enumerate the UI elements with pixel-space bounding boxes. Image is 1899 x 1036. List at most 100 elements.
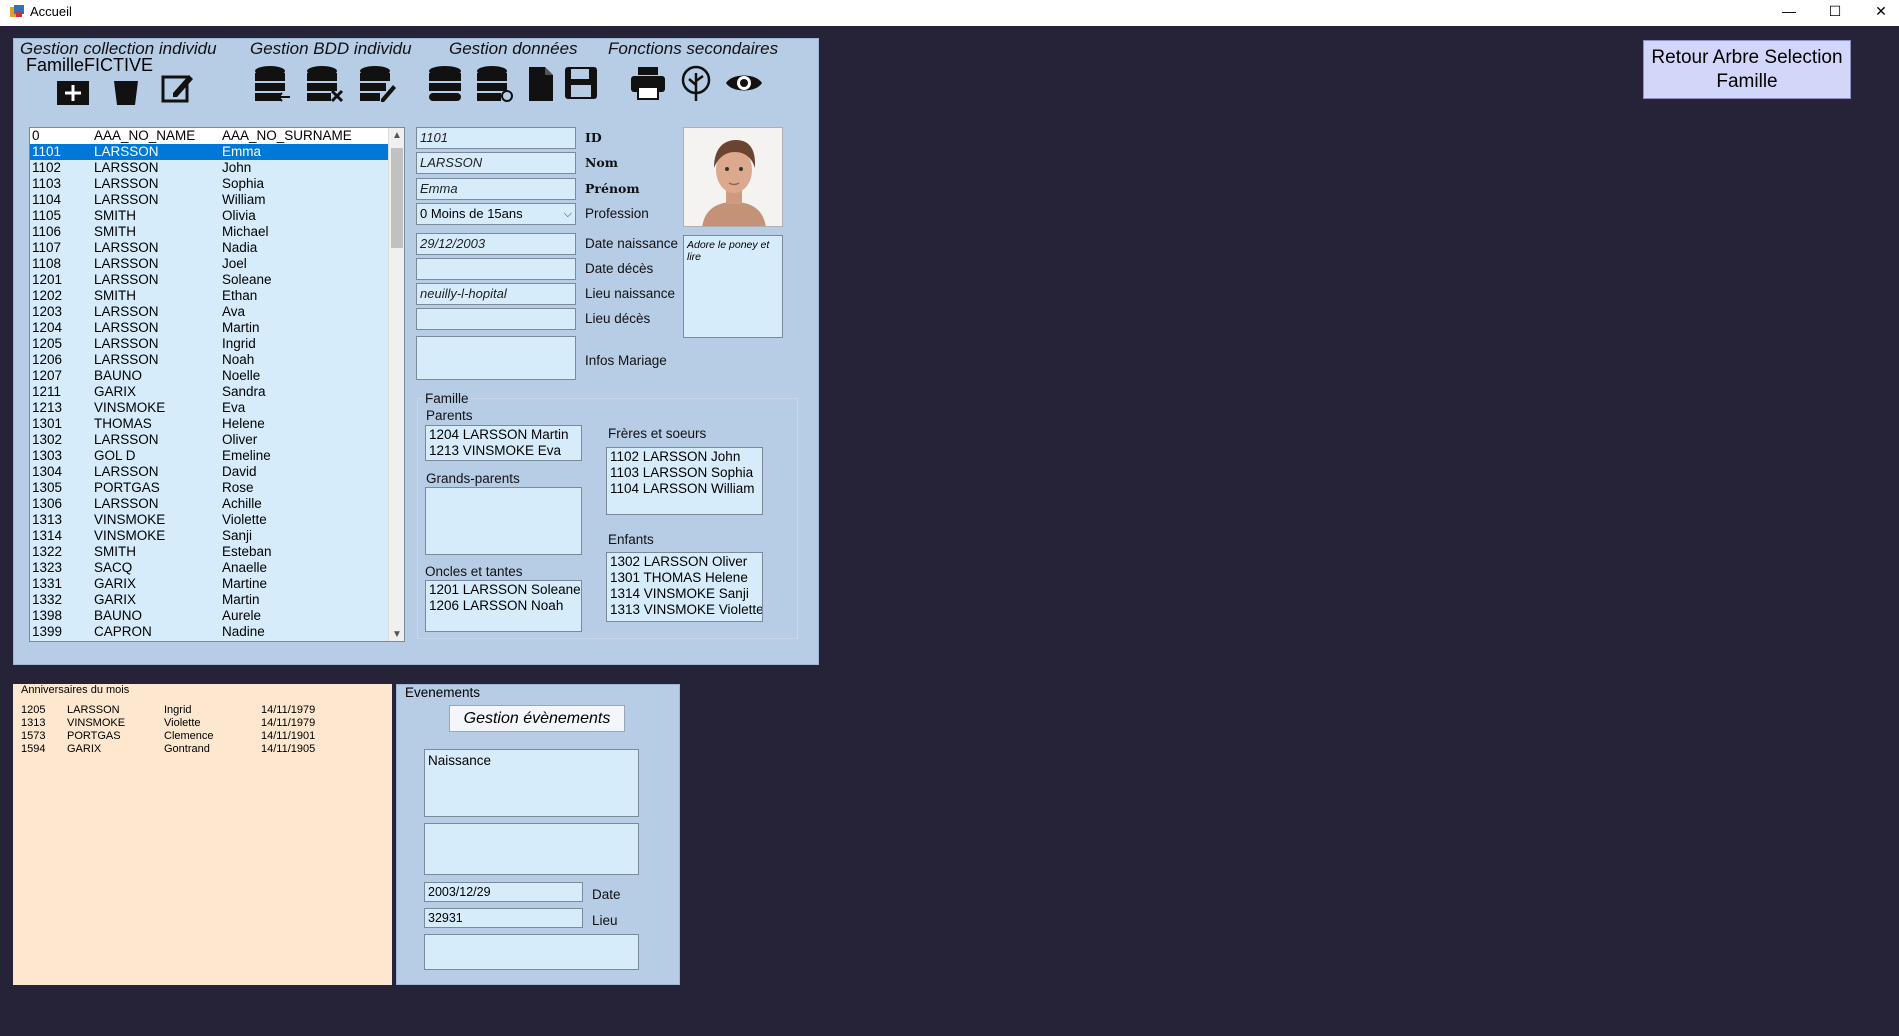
- individu-id: 1306: [32, 496, 63, 511]
- enfant-item[interactable]: 1314 VINSMOKE Sanji: [610, 586, 759, 602]
- date-naissance-field[interactable]: 29/12/2003: [416, 233, 576, 255]
- eye-icon[interactable]: [724, 63, 764, 103]
- parent-item[interactable]: 1213 VINSMOKE Eva: [429, 443, 578, 459]
- anniv-date: 14/11/1905: [261, 743, 316, 755]
- event-detail-field[interactable]: [424, 823, 639, 875]
- nom-field[interactable]: LARSSON: [416, 152, 576, 174]
- minimize-button[interactable]: —: [1766, 0, 1812, 22]
- individu-row[interactable]: 1331 GARIX Martine: [30, 576, 390, 592]
- individu-row[interactable]: 1304 LARSSON David: [30, 464, 390, 480]
- note-field[interactable]: Adore le poney et lire: [683, 235, 783, 338]
- individu-row[interactable]: 1108 LARSSON Joel: [30, 256, 390, 272]
- freres-list[interactable]: 1102 LARSSON John 1103 LARSSON Sophia 11…: [606, 447, 763, 515]
- individu-row[interactable]: 1104 LARSSON William: [30, 192, 390, 208]
- individu-row[interactable]: 1204 LARSSON Martin: [30, 320, 390, 336]
- scroll-down-icon[interactable]: ▼: [389, 627, 404, 641]
- individu-row[interactable]: 1323 SACQ Anaelle: [30, 560, 390, 576]
- parent-item[interactable]: 1204 LARSSON Martin: [429, 427, 578, 443]
- individu-nom: GOL D: [94, 448, 136, 463]
- tree-icon[interactable]: [676, 63, 716, 103]
- enfants-list[interactable]: 1302 LARSSON Oliver 1301 THOMAS Helene 1…: [606, 552, 763, 622]
- add-icon[interactable]: [53, 67, 93, 107]
- individu-row[interactable]: 1302 LARSSON Oliver: [30, 432, 390, 448]
- event-lieu-field[interactable]: 32931: [424, 908, 583, 928]
- individu-row[interactable]: 1306 LARSSON Achille: [30, 496, 390, 512]
- individu-list[interactable]: 0 AAA_NO_NAME AAA_NO_SURNAME 1101 LARSSON Emm…: [29, 127, 405, 642]
- individu-row[interactable]: 1201 LARSSON Soleane: [30, 272, 390, 288]
- lieu-deces-field[interactable]: [416, 308, 576, 330]
- event-extra-field[interactable]: [424, 934, 639, 970]
- individu-row[interactable]: 1398 BAUNO Aurele: [30, 608, 390, 624]
- menu-gestion-bdd[interactable]: Gestion BDD individu: [250, 39, 412, 59]
- save-icon[interactable]: [561, 63, 601, 103]
- oncle-item[interactable]: 1206 LARSSON Noah: [429, 598, 578, 614]
- scroll-up-icon[interactable]: ▲: [389, 128, 404, 144]
- individu-row[interactable]: 1211 GARIX Sandra: [30, 384, 390, 400]
- individu-row[interactable]: 1207 BAUNO Noelle: [30, 368, 390, 384]
- individu-row[interactable]: 1206 LARSSON Noah: [30, 352, 390, 368]
- parents-list[interactable]: 1204 LARSSON Martin 1213 VINSMOKE Eva: [425, 425, 582, 461]
- maximize-button[interactable]: ☐: [1812, 0, 1858, 22]
- individu-row[interactable]: 1314 VINSMOKE Sanji: [30, 528, 390, 544]
- event-type-list[interactable]: Naissance: [424, 749, 639, 817]
- menu-gestion-donnees[interactable]: Gestion données: [449, 39, 578, 59]
- individu-row[interactable]: 1203 LARSSON Ava: [30, 304, 390, 320]
- edit-icon[interactable]: [157, 63, 197, 103]
- retour-arbre-button[interactable]: Retour Arbre Selection Famille: [1643, 40, 1851, 99]
- close-button[interactable]: ✕: [1858, 0, 1899, 22]
- individu-row[interactable]: 1103 LARSSON Sophia: [30, 176, 390, 192]
- individu-row[interactable]: 1399 CAPRON Nadine: [30, 624, 390, 640]
- individu-prenom: Michael: [222, 224, 269, 239]
- database-edit-icon[interactable]: [357, 63, 397, 103]
- individu-row[interactable]: 1313 VINSMOKE Violette: [30, 512, 390, 528]
- database-delete-icon[interactable]: [304, 63, 344, 103]
- enfant-item[interactable]: 1313 VINSMOKE Violette: [610, 602, 762, 618]
- file-icon[interactable]: [521, 63, 561, 103]
- event-date-field[interactable]: 2003/12/29: [424, 882, 583, 902]
- individu-row[interactable]: 0 AAA_NO_NAME AAA_NO_SURNAME: [30, 128, 390, 144]
- individu-nom: SMITH: [94, 224, 136, 239]
- individu-row[interactable]: 1106 SMITH Michael: [30, 224, 390, 240]
- database-icon[interactable]: [425, 63, 465, 103]
- individu-row[interactable]: 1107 LARSSON Nadia: [30, 240, 390, 256]
- database-import-icon[interactable]: [252, 63, 292, 103]
- individu-row[interactable]: 1102 LARSSON John: [30, 160, 390, 176]
- individu-row[interactable]: 1202 SMITH Ethan: [30, 288, 390, 304]
- individu-row[interactable]: 1105 SMITH Olivia: [30, 208, 390, 224]
- frere-item[interactable]: 1103 LARSSON Sophia: [610, 465, 759, 481]
- individu-row[interactable]: 1205 LARSSON Ingrid: [30, 336, 390, 352]
- individu-row[interactable]: 1322 SMITH Esteban: [30, 544, 390, 560]
- profession-select[interactable]: 0 Moins de 15ans ⌵: [416, 203, 576, 225]
- individu-nom: THOMAS: [94, 416, 152, 431]
- chevron-down-icon[interactable]: ⌵: [564, 204, 572, 224]
- grands-parents-list[interactable]: [425, 487, 582, 555]
- oncle-item[interactable]: 1201 LARSSON Soleane: [429, 582, 581, 598]
- enfant-item[interactable]: 1302 LARSSON Oliver: [610, 554, 759, 570]
- individu-row[interactable]: 1301 THOMAS Helene: [30, 416, 390, 432]
- individu-prenom: Nadia: [222, 240, 258, 255]
- oncles-list[interactable]: 1201 LARSSON Soleane 1206 LARSSON Noah: [425, 580, 582, 632]
- individu-row[interactable]: 1101 LARSSON Emma: [30, 144, 390, 160]
- frere-item[interactable]: 1104 LARSSON William: [610, 481, 759, 497]
- menu-fonctions-secondaires[interactable]: Fonctions secondaires: [608, 39, 778, 59]
- trash-icon[interactable]: [106, 67, 146, 107]
- lieu-naissance-field[interactable]: neuilly-l-hopital: [416, 283, 576, 305]
- print-icon[interactable]: [628, 63, 668, 103]
- individu-row[interactable]: 1213 VINSMOKE Eva: [30, 400, 390, 416]
- individu-nom: LARSSON: [94, 256, 159, 271]
- id-field[interactable]: 1101: [416, 127, 576, 149]
- individu-row[interactable]: 1305 PORTGAS Rose: [30, 480, 390, 496]
- individu-nom: LARSSON: [94, 160, 159, 175]
- date-deces-field[interactable]: [416, 258, 576, 280]
- database-refresh-icon[interactable]: [474, 63, 514, 103]
- individu-row[interactable]: 1332 GARIX Martin: [30, 592, 390, 608]
- list-scrollbar[interactable]: ▲ ▼: [388, 128, 404, 641]
- anniv-nom: VINSMOKE: [67, 717, 126, 729]
- frere-item[interactable]: 1102 LARSSON John: [610, 449, 759, 465]
- enfant-item[interactable]: 1301 THOMAS Helene: [610, 570, 759, 586]
- individu-row[interactable]: 1303 GOL D Emeline: [30, 448, 390, 464]
- scroll-thumb[interactable]: [391, 148, 403, 248]
- gestion-evenements-button[interactable]: Gestion évènements: [449, 705, 625, 732]
- prenom-field[interactable]: Emma: [416, 178, 576, 200]
- infos-mariage-field[interactable]: [416, 336, 576, 380]
